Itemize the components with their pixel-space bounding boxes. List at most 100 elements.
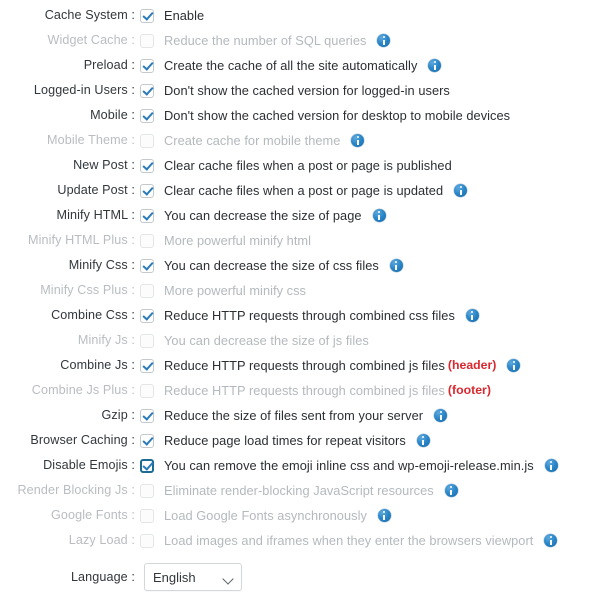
setting-label: Lazy Load : xyxy=(0,528,140,553)
setting-label: New Post : xyxy=(0,153,140,178)
info-icon[interactable] xyxy=(372,209,386,222)
checkbox-wrapper xyxy=(140,233,162,248)
info-icon[interactable] xyxy=(351,134,365,147)
setting-label-suffix: : xyxy=(127,233,135,247)
setting-description: Reduce the size of files sent from your … xyxy=(164,408,424,423)
setting-row: Cache System : Enable xyxy=(0,3,615,28)
checkbox-wrapper xyxy=(140,508,162,523)
info-icon[interactable] xyxy=(465,309,479,322)
info-icon[interactable] xyxy=(454,184,468,197)
setting-description: Reduce page load times for repeat visito… xyxy=(164,433,406,448)
setting-row: Minify HTML Plus : More powerful minify h… xyxy=(0,228,615,253)
checkbox-wrapper xyxy=(140,33,162,48)
setting-checkbox[interactable] xyxy=(140,83,154,98)
setting-row: Logged-in Users : Don't show the cached v… xyxy=(0,78,615,103)
setting-label-suffix: : xyxy=(127,308,135,322)
setting-checkbox[interactable] xyxy=(140,208,154,223)
setting-label-text: Browser Caching xyxy=(30,433,128,447)
setting-row: Google Fonts : Load Google Fonts asynchro… xyxy=(0,503,615,528)
setting-row: Combine Js : Reduce HTTP requests through… xyxy=(0,353,615,378)
setting-checkbox[interactable] xyxy=(140,358,154,373)
setting-checkbox[interactable] xyxy=(140,8,154,23)
setting-label-suffix: : xyxy=(127,383,135,397)
setting-description: Create cache for mobile theme xyxy=(164,133,341,148)
checkbox-wrapper xyxy=(140,283,162,298)
setting-checkbox[interactable] xyxy=(140,458,154,473)
setting-row: Render Blocking Js : Eliminate render-blo… xyxy=(0,478,615,503)
setting-label: Mobile : xyxy=(0,103,140,128)
setting-tag: (header) xyxy=(447,358,497,372)
setting-checkbox[interactable] xyxy=(140,58,154,73)
setting-row: Gzip : Reduce the size of files sent from… xyxy=(0,403,615,428)
setting-label-text: Combine Js Plus xyxy=(31,383,128,397)
setting-checkbox[interactable] xyxy=(140,158,154,173)
info-icon[interactable] xyxy=(377,509,391,522)
info-icon[interactable] xyxy=(377,34,391,47)
setting-label-text: Logged-in Users xyxy=(33,83,128,97)
setting-label-suffix: : xyxy=(127,158,135,172)
info-icon[interactable] xyxy=(434,409,448,422)
setting-label-suffix: : xyxy=(127,408,135,422)
setting-description: Don't show the cached version for deskto… xyxy=(164,108,511,123)
setting-checkbox[interactable] xyxy=(140,308,154,323)
setting-label-text: Cache System xyxy=(44,8,128,22)
setting-label-suffix: : xyxy=(127,208,135,222)
info-icon[interactable] xyxy=(444,484,458,497)
setting-description: Clear cache files when a post or page is… xyxy=(164,158,452,173)
setting-description: Load Google Fonts asynchronously xyxy=(164,508,367,523)
info-icon[interactable] xyxy=(507,359,521,372)
setting-checkbox[interactable] xyxy=(140,183,154,198)
setting-description: You can decrease the size of page xyxy=(164,208,362,223)
setting-row: Browser Caching : Reduce page load times … xyxy=(0,428,615,453)
setting-label-text: Update Post xyxy=(57,183,128,197)
checkbox-wrapper xyxy=(140,533,162,548)
setting-label: Browser Caching : xyxy=(0,428,140,453)
setting-description: Load images and iframes when they enter … xyxy=(164,533,534,548)
setting-label-suffix: : xyxy=(127,358,135,372)
setting-row: Minify HTML : You can decrease the size o… xyxy=(0,203,615,228)
setting-label-text: Preload xyxy=(83,58,128,72)
checkbox-wrapper xyxy=(140,358,162,373)
setting-label-text: Minify HTML xyxy=(56,208,128,222)
setting-description: Reduce HTTP requests through combined js… xyxy=(164,383,445,398)
setting-label-text: Minify Js xyxy=(77,333,128,347)
setting-label: Gzip : xyxy=(0,403,140,428)
setting-label-suffix: : xyxy=(127,183,135,197)
setting-tag: (footer) xyxy=(447,383,491,397)
setting-label: Render Blocking Js : xyxy=(0,478,140,503)
setting-label-suffix: : xyxy=(127,333,135,347)
info-icon[interactable] xyxy=(416,434,430,447)
setting-checkbox[interactable] xyxy=(140,408,154,423)
setting-checkbox[interactable] xyxy=(140,258,154,273)
setting-label-text: Google Fonts xyxy=(50,508,128,522)
info-icon[interactable] xyxy=(544,459,558,472)
setting-label: Minify Css : xyxy=(0,253,140,278)
setting-label-text: Minify HTML Plus xyxy=(27,233,128,247)
setting-label-suffix: : xyxy=(127,533,135,547)
setting-checkbox xyxy=(140,533,154,548)
checkbox-wrapper xyxy=(140,408,162,423)
info-icon[interactable] xyxy=(389,259,403,272)
setting-label: Preload : xyxy=(0,53,140,78)
checkbox-wrapper xyxy=(140,258,162,273)
setting-checkbox xyxy=(140,483,154,498)
setting-label: Mobile Theme : xyxy=(0,128,140,153)
info-icon[interactable] xyxy=(428,59,442,72)
language-select[interactable]: English xyxy=(144,563,242,591)
setting-description: Enable xyxy=(164,8,205,23)
setting-checkbox xyxy=(140,133,154,148)
checkbox-wrapper xyxy=(140,383,162,398)
setting-description: You can decrease the size of css files xyxy=(164,258,379,273)
setting-label-text: Gzip xyxy=(101,408,128,422)
setting-label-suffix: : xyxy=(127,508,135,522)
setting-checkbox[interactable] xyxy=(140,108,154,123)
cache-settings-form: Cache System : Enable Widget Cache : Reduce… xyxy=(0,0,615,599)
setting-label-text: Mobile Theme xyxy=(47,133,128,147)
setting-row: Update Post : Clear cache files when a po… xyxy=(0,178,615,203)
setting-checkbox[interactable] xyxy=(140,433,154,448)
setting-description: More powerful minify css xyxy=(164,283,307,298)
setting-label-text: Minify Css xyxy=(68,258,128,272)
setting-label: Logged-in Users : xyxy=(0,78,140,103)
info-icon[interactable] xyxy=(544,534,558,547)
setting-label-text: Disable Emojis xyxy=(43,458,128,472)
